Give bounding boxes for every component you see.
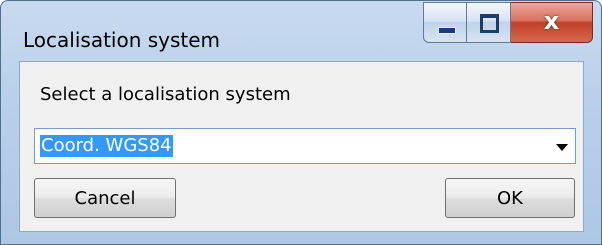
ok-button[interactable]: OK	[445, 178, 575, 218]
prompt-label: Select a localisation system	[40, 84, 291, 105]
localisation-system-select[interactable]: Coord. WGS84	[34, 128, 576, 164]
close-button[interactable]: x	[511, 2, 593, 43]
maximize-icon	[480, 14, 499, 33]
selected-value: Coord. WGS84	[40, 135, 173, 157]
minimize-icon	[438, 27, 456, 34]
dialog-window: Localisation system x Select a localisat…	[0, 0, 602, 245]
maximize-button[interactable]	[467, 2, 511, 43]
chevron-down-icon[interactable]	[556, 144, 568, 151]
close-icon: x	[543, 7, 560, 35]
window-title: Localisation system	[23, 28, 221, 52]
title-bar[interactable]: Localisation system x	[1, 1, 601, 59]
caption-buttons: x	[423, 2, 593, 43]
dialog-content: Select a localisation system Coord. WGS8…	[19, 61, 584, 232]
cancel-button[interactable]: Cancel	[34, 178, 176, 218]
minimize-button[interactable]	[423, 2, 467, 43]
